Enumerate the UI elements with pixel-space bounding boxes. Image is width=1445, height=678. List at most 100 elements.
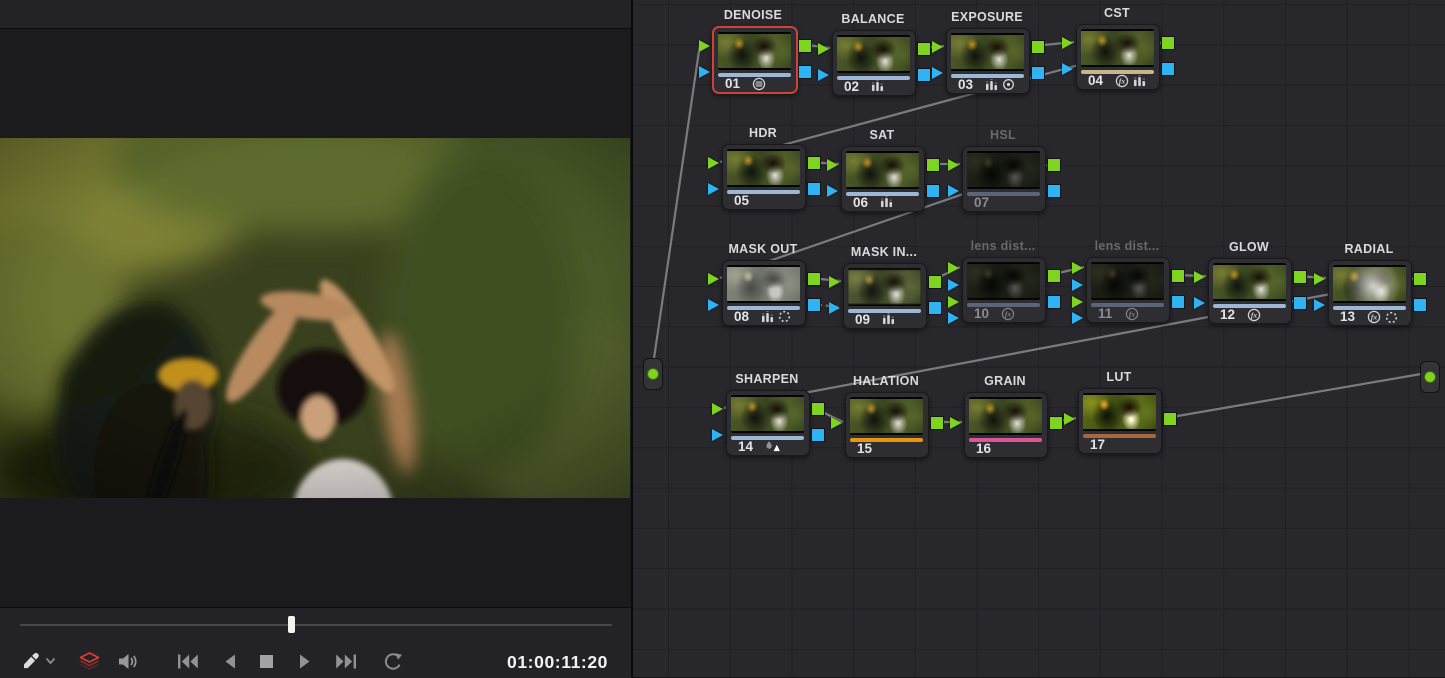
node-17[interactable]: 17 — [1078, 388, 1162, 454]
loop-button[interactable] — [382, 650, 404, 672]
node-10[interactable]: 10fx — [962, 257, 1046, 323]
key-output-port[interactable] — [917, 68, 931, 82]
eyedropper-button[interactable] — [22, 650, 40, 672]
rgb-output-port[interactable] — [926, 158, 940, 172]
node-12[interactable]: 12fx — [1208, 258, 1292, 324]
key-input-port[interactable] — [1314, 299, 1325, 311]
key-input-port[interactable] — [1194, 297, 1205, 309]
loop-icon — [382, 652, 404, 671]
scrubber-track[interactable] — [20, 624, 612, 626]
node-04[interactable]: 04fx — [1076, 24, 1160, 90]
rgb-output-port[interactable] — [798, 39, 812, 53]
rgb-output-port[interactable] — [917, 42, 931, 56]
stop-button[interactable] — [259, 650, 274, 672]
eyedropper-dropdown[interactable] — [45, 650, 56, 672]
key-output-port[interactable] — [1413, 298, 1427, 312]
rgb-output-port[interactable] — [1171, 269, 1185, 283]
key-output-port[interactable] — [1161, 62, 1175, 76]
rgb-output-port[interactable] — [930, 416, 944, 430]
rgb-output-port[interactable] — [1163, 412, 1177, 426]
node-08[interactable]: 08 — [722, 260, 806, 326]
rgb-input-port[interactable] — [1072, 296, 1083, 308]
rgb-output-port[interactable] — [807, 272, 821, 286]
key-output-port[interactable] — [1047, 295, 1061, 309]
rgb-output-port[interactable] — [928, 275, 942, 289]
rgb-output-port[interactable] — [1031, 40, 1045, 54]
rgb-input-port[interactable] — [948, 159, 959, 171]
rgb-input-port[interactable] — [708, 157, 719, 169]
node-06[interactable]: 06 — [841, 146, 925, 212]
node-11[interactable]: 11fx — [1086, 257, 1170, 323]
node-14[interactable]: 14 — [726, 390, 810, 456]
play-button[interactable] — [299, 650, 312, 672]
key-output-port[interactable] — [807, 182, 821, 196]
rgb-input-port[interactable] — [829, 276, 840, 288]
rgb-input-port[interactable] — [827, 159, 838, 171]
image-wipe-button[interactable] — [78, 650, 101, 672]
key-input-port[interactable] — [948, 185, 959, 197]
rgb-output-port[interactable] — [811, 402, 825, 416]
rgb-output-port[interactable] — [1049, 416, 1063, 430]
key-input-port[interactable] — [712, 429, 723, 441]
rgb-input-port[interactable] — [950, 417, 961, 429]
rgb-input-port[interactable] — [948, 262, 959, 274]
rgb-input-port[interactable] — [1194, 271, 1205, 283]
key-input-port[interactable] — [829, 302, 840, 314]
key-output-port[interactable] — [928, 301, 942, 315]
playhead[interactable] — [288, 616, 295, 633]
node-01[interactable]: 01 — [712, 26, 798, 94]
node-graph-panel[interactable] — [633, 0, 1445, 677]
key-output-port[interactable] — [798, 65, 812, 79]
rgb-output-port[interactable] — [1161, 36, 1175, 50]
rgb-input-port[interactable] — [831, 417, 842, 429]
key-output-port[interactable] — [811, 428, 825, 442]
skip-to-start-button[interactable] — [177, 650, 199, 672]
rgb-output-port[interactable] — [1047, 269, 1061, 283]
key-output-port[interactable] — [1031, 66, 1045, 80]
rgb-output-port[interactable] — [1047, 158, 1061, 172]
source-node[interactable] — [643, 358, 663, 390]
key-input-port[interactable] — [1062, 63, 1073, 75]
key-input-port[interactable] — [708, 299, 719, 311]
skip-to-end-button[interactable] — [335, 650, 357, 672]
key-input-port[interactable] — [699, 66, 710, 78]
rgb-input-port[interactable] — [1072, 262, 1083, 274]
node-15[interactable]: 15 — [845, 392, 929, 458]
key-output-port[interactable] — [1171, 295, 1185, 309]
rgb-input-port[interactable] — [1062, 37, 1073, 49]
key-output-port[interactable] — [1047, 184, 1061, 198]
key-input-port[interactable] — [948, 312, 959, 324]
node-13[interactable]: 13fx — [1328, 260, 1412, 326]
node-02[interactable]: 02 — [832, 30, 916, 96]
rgb-input-port[interactable] — [699, 40, 710, 52]
key-input-port[interactable] — [932, 67, 943, 79]
key-input-port[interactable] — [818, 69, 829, 81]
node-09[interactable]: 09 — [843, 263, 927, 329]
rgb-input-port[interactable] — [1314, 273, 1325, 285]
rgb-output-port[interactable] — [1413, 272, 1427, 286]
rgb-output-port[interactable] — [807, 156, 821, 170]
circle-dot-icon — [1002, 78, 1015, 91]
output-node[interactable] — [1420, 361, 1440, 393]
node-05[interactable]: 05 — [722, 144, 806, 210]
rgb-input-port[interactable] — [818, 43, 829, 55]
key-input-port[interactable] — [948, 279, 959, 291]
rgb-input-port[interactable] — [708, 273, 719, 285]
step-back-button[interactable] — [223, 650, 236, 672]
rgb-input-port[interactable] — [712, 403, 723, 415]
node-07[interactable]: 07 — [962, 146, 1046, 212]
audio-mute-button[interactable] — [118, 650, 139, 672]
rgb-input-port[interactable] — [948, 296, 959, 308]
key-input-port[interactable] — [708, 183, 719, 195]
rgb-output-port[interactable] — [1293, 270, 1307, 284]
rgb-input-port[interactable] — [1064, 413, 1075, 425]
node-03[interactable]: 03 — [946, 28, 1030, 94]
key-output-port[interactable] — [1293, 296, 1307, 310]
key-input-port[interactable] — [1072, 279, 1083, 291]
node-16[interactable]: 16 — [964, 392, 1048, 458]
key-input-port[interactable] — [1072, 312, 1083, 324]
key-input-port[interactable] — [827, 185, 838, 197]
key-output-port[interactable] — [926, 184, 940, 198]
rgb-input-port[interactable] — [932, 41, 943, 53]
key-output-port[interactable] — [807, 298, 821, 312]
